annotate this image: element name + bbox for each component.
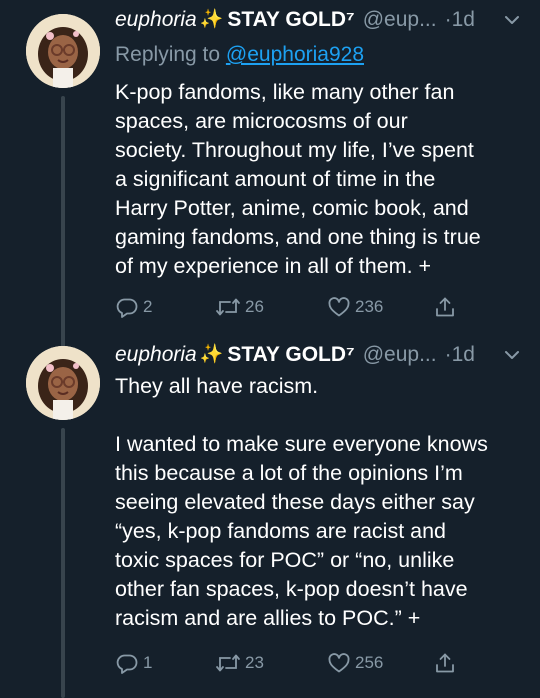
thread-line xyxy=(61,96,65,348)
time-value: 1d xyxy=(451,8,475,31)
share-button[interactable] xyxy=(433,651,457,675)
like-button[interactable]: 256 xyxy=(327,651,383,675)
tweet-2[interactable]: euphoria ✨ STAY GOLD⁷ @eup... ·1d They a… xyxy=(0,338,540,698)
reply-button[interactable]: 1 xyxy=(115,651,152,675)
like-count: 236 xyxy=(355,297,384,316)
chevron-down-icon[interactable] xyxy=(502,10,522,30)
replying-to-handle-link[interactable]: @euphoria928 xyxy=(226,43,364,66)
avatar[interactable] xyxy=(26,14,100,88)
avatar-image xyxy=(26,14,100,88)
retweet-button[interactable]: 23 xyxy=(215,651,264,675)
replying-to-label: Replying to xyxy=(115,43,221,66)
share-icon xyxy=(436,297,454,317)
retweet-icon xyxy=(216,298,240,316)
reply-button[interactable]: 2 xyxy=(115,295,152,319)
avatar[interactable] xyxy=(26,346,100,420)
retweet-count: 23 xyxy=(245,653,264,672)
display-name[interactable]: euphoria xyxy=(115,5,197,35)
sparkles-icon: ✨ xyxy=(199,344,224,365)
avatar-image xyxy=(26,346,100,420)
tweet-header: euphoria ✨ STAY GOLD⁷ @eup... ·1d xyxy=(115,340,522,370)
like-count: 256 xyxy=(355,653,384,672)
display-name[interactable]: euphoria xyxy=(115,340,197,370)
handle[interactable]: @eup... xyxy=(363,340,437,370)
tweet-actions: 1 23 256 xyxy=(115,651,520,677)
like-icon xyxy=(328,297,350,317)
like-button[interactable]: 236 xyxy=(327,295,383,319)
tweet-1[interactable]: euphoria ✨ STAY GOLD⁷ @eup... ·1d Replyi… xyxy=(0,0,540,348)
separator: · xyxy=(444,8,452,31)
tweet-text: K-pop fandoms, like many other fan space… xyxy=(115,80,481,278)
display-name-suffix[interactable]: STAY GOLD⁷ xyxy=(227,5,354,35)
handle[interactable]: @eup... xyxy=(363,5,437,35)
share-icon xyxy=(436,653,454,673)
display-name-suffix[interactable]: STAY GOLD⁷ xyxy=(227,340,354,370)
reply-icon xyxy=(116,654,138,674)
timestamp[interactable]: ·1d xyxy=(445,5,475,35)
reply-icon xyxy=(116,298,138,318)
timestamp[interactable]: ·1d xyxy=(445,340,475,370)
like-icon xyxy=(328,653,350,673)
sparkles-icon: ✨ xyxy=(199,9,224,30)
share-button[interactable] xyxy=(433,295,457,319)
reply-count: 1 xyxy=(143,653,153,672)
tweet-text: They all have racism. I wanted to make s… xyxy=(115,374,488,630)
tweet-header: euphoria ✨ STAY GOLD⁷ @eup... ·1d xyxy=(115,5,522,35)
time-value: 1d xyxy=(451,343,475,366)
retweet-count: 26 xyxy=(245,297,264,316)
thread-line xyxy=(61,428,65,698)
retweet-icon xyxy=(216,654,240,672)
replying-to: Replying to @euphoria928 xyxy=(115,40,364,70)
tweet-actions: 2 26 236 xyxy=(115,295,520,321)
retweet-button[interactable]: 26 xyxy=(215,295,264,319)
reply-count: 2 xyxy=(143,297,153,316)
separator: · xyxy=(444,343,452,366)
chevron-down-icon[interactable] xyxy=(502,345,522,365)
